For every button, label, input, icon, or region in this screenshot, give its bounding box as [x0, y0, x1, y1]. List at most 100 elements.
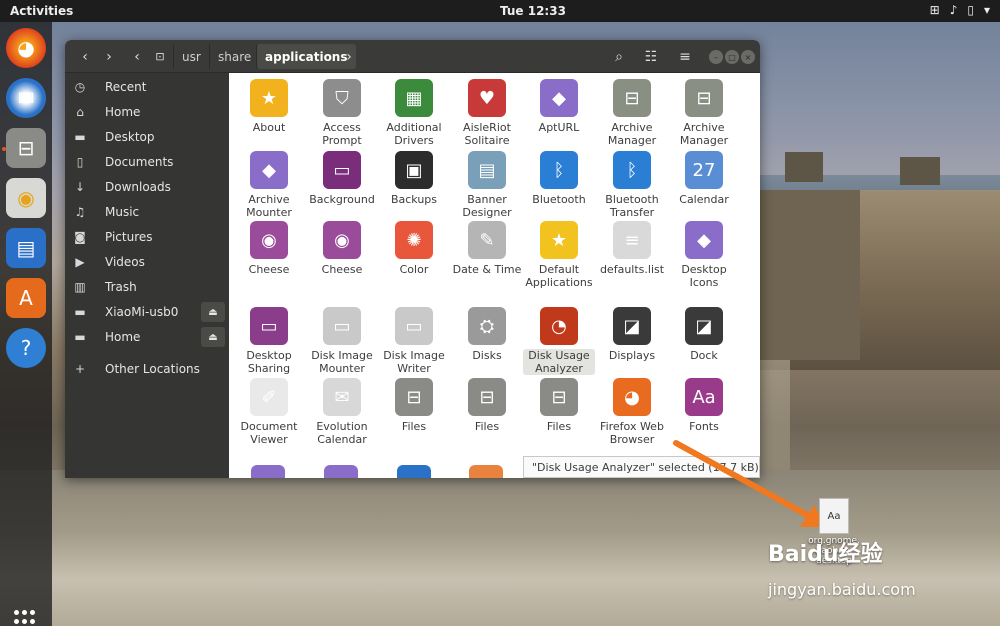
app-icon: ▦ — [395, 79, 433, 117]
clock[interactable]: Tue 12:33 — [500, 4, 566, 18]
app-label: Date & Time — [452, 263, 522, 276]
app-item[interactable]: ✺ Color — [378, 221, 450, 276]
network-icon[interactable]: ⊞ — [930, 3, 940, 17]
app-label: Backups — [390, 193, 438, 206]
app-item[interactable]: ⊟ Files — [451, 378, 523, 433]
app-item[interactable]: ◪ Displays — [596, 307, 668, 362]
files-icon[interactable]: ⊟ — [6, 128, 46, 168]
breadcrumb-right-icon[interactable]: › — [341, 44, 357, 69]
app-item[interactable]: ◉ Cheese — [306, 221, 378, 276]
drive-icon: ▬ — [74, 305, 86, 319]
app-item[interactable]: ᛒ Bluetooth Transfer — [596, 151, 668, 219]
app-icon: ✺ — [395, 221, 433, 259]
breadcrumb-usr[interactable]: usr — [173, 44, 209, 69]
app-item[interactable]: ♥ AisleRiot Solitaire — [451, 79, 523, 147]
app-icon: ⊟ — [613, 79, 651, 117]
app-item[interactable]: ◉ Cheese — [233, 221, 305, 276]
app-item[interactable]: ★ Default Applications — [523, 221, 595, 289]
app-item[interactable]: ◕ Firefox Web Browser — [596, 378, 668, 446]
view-toggle-icon[interactable]: ☷ — [639, 44, 663, 69]
volume-icon[interactable]: ♪ — [950, 3, 958, 17]
app-item[interactable]: ⛉ Access Prompt — [306, 79, 378, 147]
sidebar-item-documents[interactable]: ▯ Documents — [65, 150, 229, 174]
app-item[interactable]: ✉ Evolution Calendar — [306, 378, 378, 446]
writer-icon[interactable]: ▤ — [6, 228, 46, 268]
app-item[interactable]: ≡ defaults.list — [596, 221, 668, 276]
app-item[interactable]: ⛭ Disks — [451, 307, 523, 362]
close-icon[interactable]: × — [741, 50, 755, 64]
minimize-icon[interactable]: – — [709, 50, 723, 64]
app-icon: Aa — [685, 378, 723, 416]
forward-icon[interactable]: › — [97, 44, 121, 69]
app-item[interactable]: ▭ Background — [306, 151, 378, 206]
app-item[interactable]: ◆ Desktop Icons — [668, 221, 740, 289]
app-icon: ✉ — [323, 378, 361, 416]
app-icon: ≡ — [613, 221, 651, 259]
help-icon[interactable]: ? — [6, 328, 46, 368]
sidebar-item-pictures[interactable]: ◙ Pictures — [65, 225, 229, 249]
app-item[interactable]: ◆ AptURL — [523, 79, 595, 134]
app-item[interactable]: ▣ Backups — [378, 151, 450, 206]
app-item[interactable]: 27 Calendar — [668, 151, 740, 206]
app-item[interactable]: ✎ Date & Time — [451, 221, 523, 276]
app-item[interactable]: ⊟ Archive Manager — [668, 79, 740, 147]
app-icon[interactable] — [469, 465, 503, 478]
sidebar-item-home-drive[interactable]: ▬ Home ⏏ — [65, 325, 229, 349]
app-item[interactable]: ★ About — [233, 79, 305, 134]
app-item[interactable]: ▭ Disk Image Writer — [378, 307, 450, 375]
menu-icon[interactable]: ≡ — [673, 44, 697, 69]
app-icon: ⊟ — [540, 378, 578, 416]
sidebar-item-xiaomi-usb0[interactable]: ▬ XiaoMi-usb0 ⏏ — [65, 300, 229, 324]
app-item[interactable]: ᛒ Bluetooth — [523, 151, 595, 206]
app-icon[interactable] — [251, 465, 285, 478]
app-item[interactable]: ▭ Disk Image Mounter — [306, 307, 378, 375]
rhythmbox-icon[interactable]: ◉ — [6, 178, 46, 218]
app-item[interactable]: Aa Fonts — [668, 378, 740, 433]
app-icon: ⊟ — [685, 79, 723, 117]
sidebar-item-other-locations[interactable]: + Other Locations — [65, 357, 229, 381]
firefox-icon[interactable]: ◕ — [6, 28, 46, 68]
sidebar-item-music[interactable]: ♫ Music — [65, 200, 229, 224]
show-applications-icon[interactable] — [14, 610, 38, 626]
app-icon[interactable] — [324, 465, 358, 478]
app-label: Color — [399, 263, 429, 276]
app-item[interactable]: ▦ Additional Drivers — [378, 79, 450, 147]
thunderbird-icon[interactable]: ✉ — [6, 78, 46, 118]
app-icon[interactable] — [397, 465, 431, 478]
battery-icon[interactable]: ▯ — [967, 3, 974, 17]
app-item[interactable]: ⊟ Files — [378, 378, 450, 433]
back-icon[interactable]: ‹ — [73, 44, 97, 69]
eject-icon[interactable]: ⏏ — [201, 327, 225, 347]
app-item[interactable]: ◆ Archive Mounter — [233, 151, 305, 219]
app-item[interactable]: ◪ Dock — [668, 307, 740, 362]
app-item[interactable]: ▭ Desktop Sharing — [233, 307, 305, 375]
app-item[interactable]: ✐ Document Viewer — [233, 378, 305, 446]
app-item[interactable]: ⊟ Files — [523, 378, 595, 433]
app-label: Files — [546, 420, 572, 433]
maximize-icon[interactable]: □ — [725, 50, 739, 64]
breadcrumb-share[interactable]: share — [209, 44, 259, 69]
app-item[interactable]: ▤ Banner Designer — [451, 151, 523, 219]
app-icon: ✐ — [250, 378, 288, 416]
app-label: AptURL — [538, 121, 580, 134]
sidebar-item-home[interactable]: ⌂ Home — [65, 100, 229, 124]
activities-button[interactable]: Activities — [10, 4, 73, 18]
software-icon[interactable]: A — [6, 278, 46, 318]
sidebar-item-downloads[interactable]: ↓ Downloads — [65, 175, 229, 199]
sidebar-item-videos[interactable]: ▶ Videos — [65, 250, 229, 274]
app-item[interactable]: ⊟ Archive Manager — [596, 79, 668, 147]
sidebar-item-trash[interactable]: ▥ Trash — [65, 275, 229, 299]
app-item[interactable]: ◔ Disk Usage Analyzer — [523, 307, 595, 375]
breadcrumb-left-icon[interactable]: ‹ — [129, 44, 145, 69]
desktop-icon: ▬ — [74, 130, 86, 144]
search-icon[interactable]: ⌕ — [607, 44, 631, 69]
sidebar-item-desktop[interactable]: ▬ Desktop — [65, 125, 229, 149]
chevron-down-icon[interactable]: ▾ — [984, 3, 990, 17]
sidebar-item-recent[interactable]: ◷ Recent — [65, 75, 229, 99]
system-tray[interactable]: ⊞ ♪ ▯ ▾ — [930, 3, 990, 17]
eject-icon[interactable]: ⏏ — [201, 302, 225, 322]
root-drive-icon[interactable]: ⊡ — [149, 44, 171, 69]
trash-icon: ▥ — [74, 280, 86, 294]
app-label: Disks — [472, 349, 502, 362]
app-icon: ᛒ — [613, 151, 651, 189]
